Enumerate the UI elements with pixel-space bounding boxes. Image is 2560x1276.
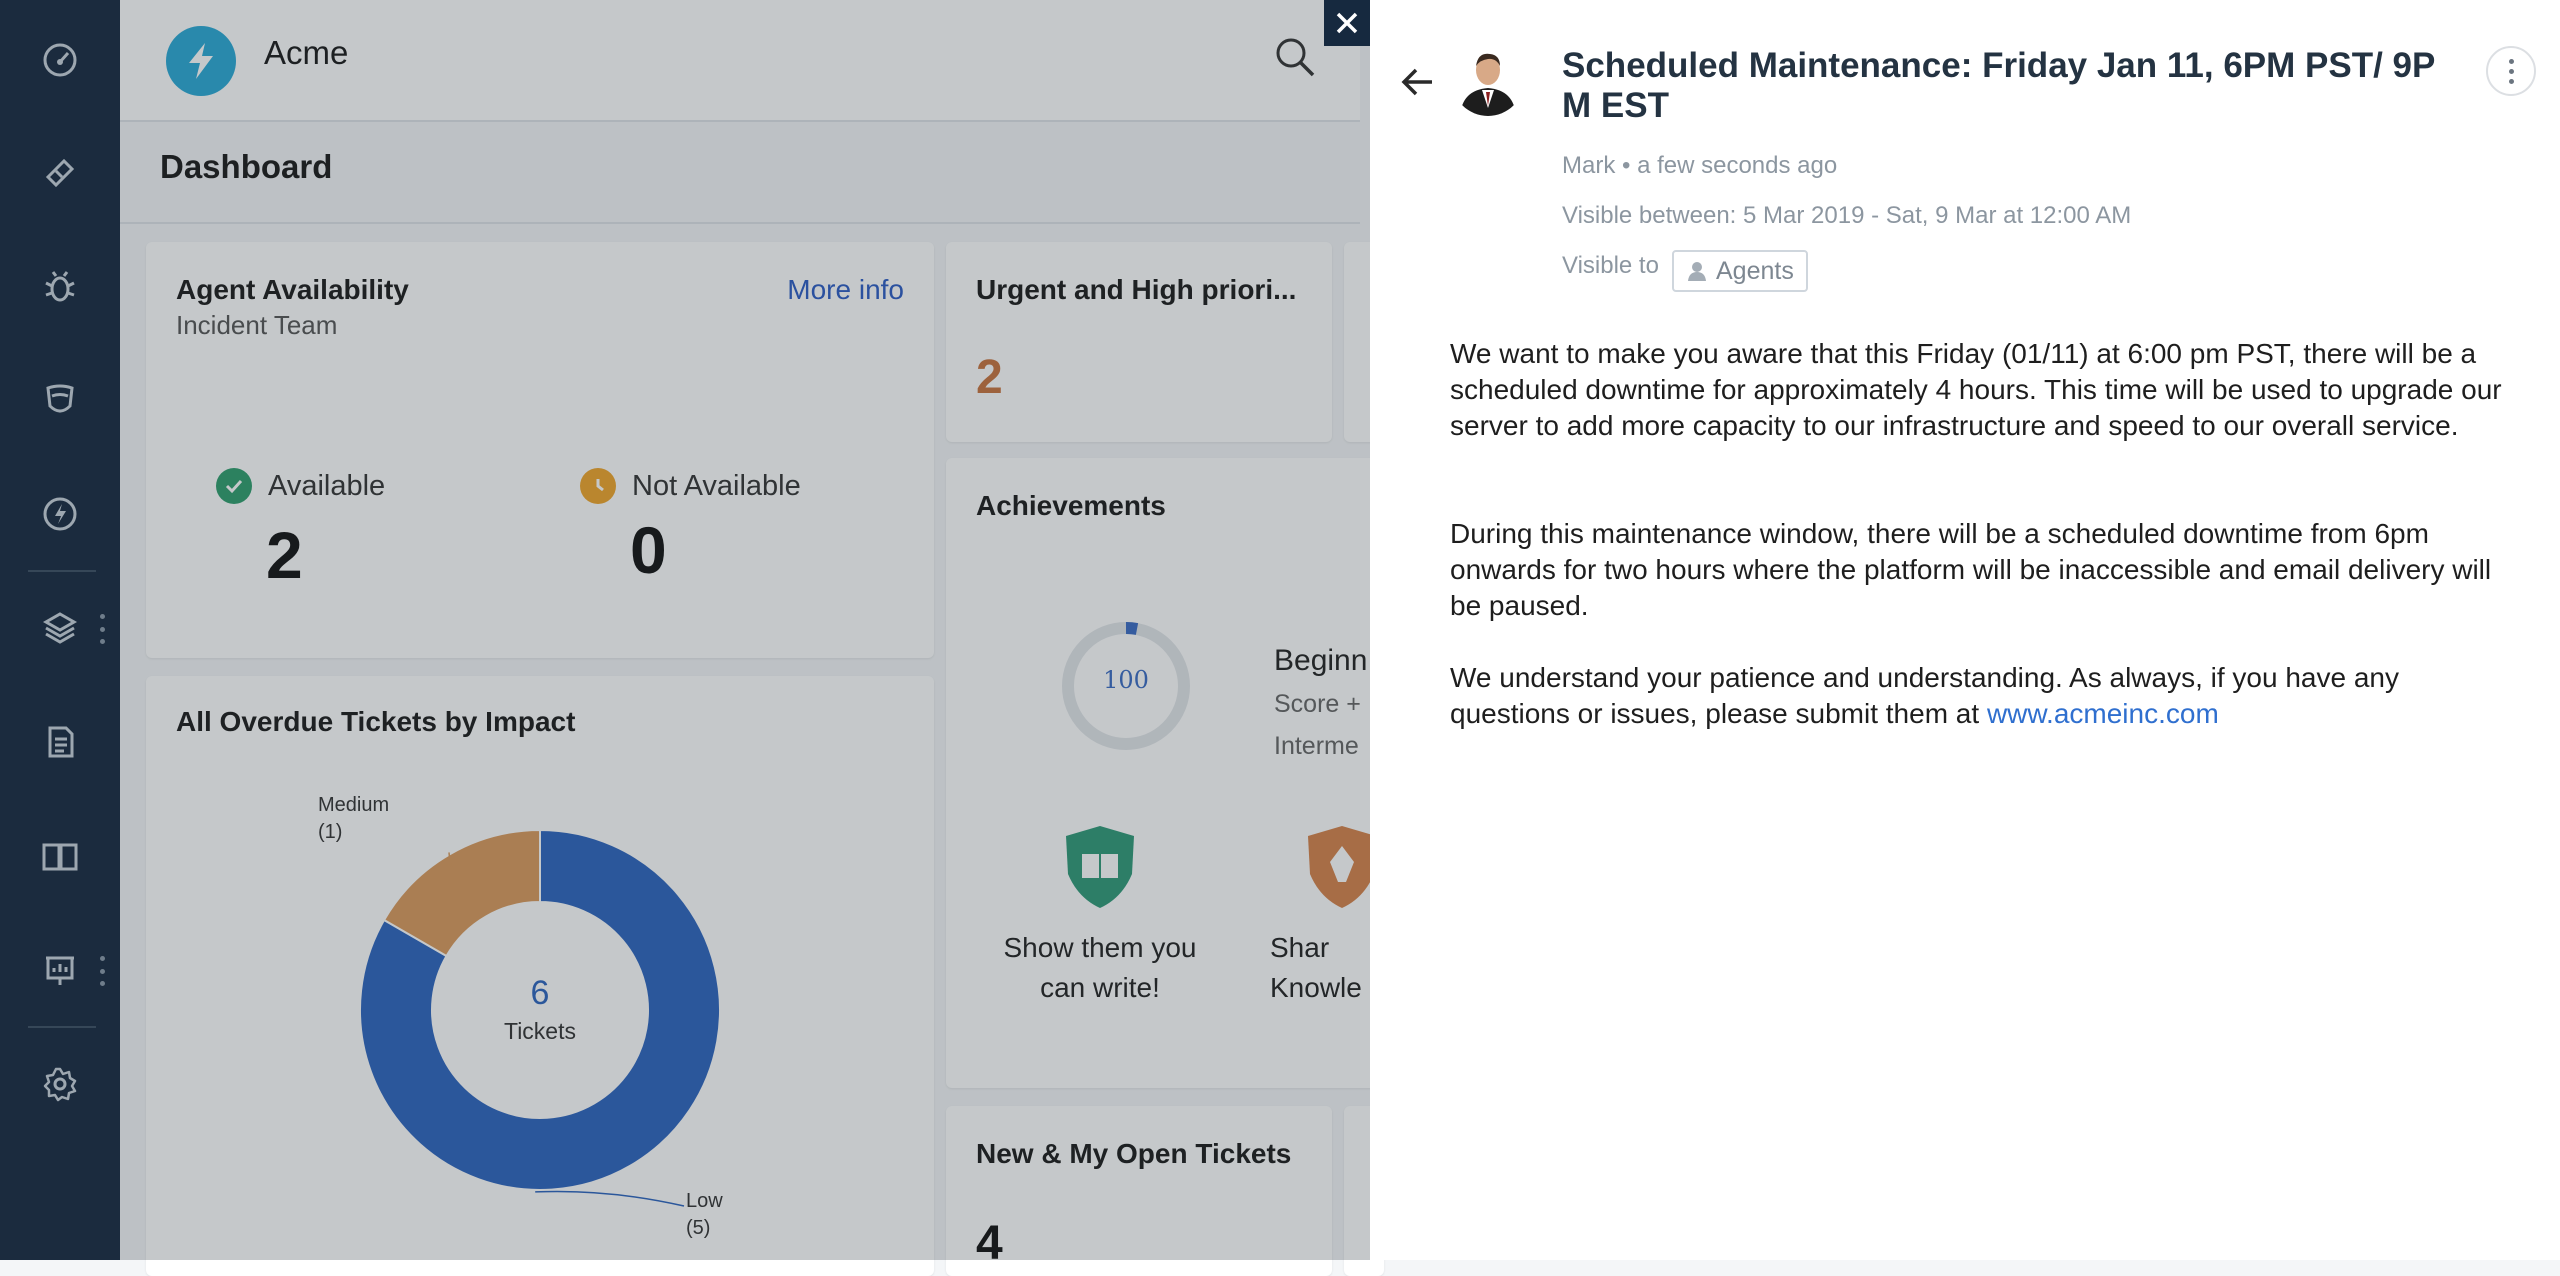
back-arrow-icon[interactable] [1398, 62, 1438, 102]
user-icon [1688, 262, 1706, 281]
announcement-panel: Scheduled Maintenance: Friday Jan 11, 6P… [1370, 0, 2560, 1260]
agents-chip: Agents [1672, 250, 1808, 292]
close-button[interactable] [1324, 0, 1370, 46]
announcement-paragraph: We understand your patience and understa… [1450, 660, 2510, 732]
agents-chip-label: Agents [1716, 256, 1794, 285]
announcement-title: Scheduled Maintenance: Friday Jan 11, 6P… [1562, 46, 2435, 125]
announcement-paragraph: We want to make you aware that this Frid… [1450, 338, 2502, 441]
visible-to-label: Visible to [1562, 252, 1659, 279]
more-options-icon[interactable] [2486, 46, 2536, 96]
paragraph-text: We understand your patience and understa… [1450, 662, 2399, 729]
website-link[interactable]: www.acmeinc.com [1987, 698, 2219, 729]
visibility-window: Visible between: 5 Mar 2019 - Sat, 9 Mar… [1562, 202, 2132, 229]
close-icon [1336, 12, 1358, 34]
avatar [1452, 44, 1524, 116]
modal-backdrop[interactable] [0, 0, 1370, 1260]
author-timestamp: Mark • a few seconds ago [1562, 152, 1838, 179]
announcement-paragraph: During this maintenance window, there wi… [1450, 518, 2492, 621]
